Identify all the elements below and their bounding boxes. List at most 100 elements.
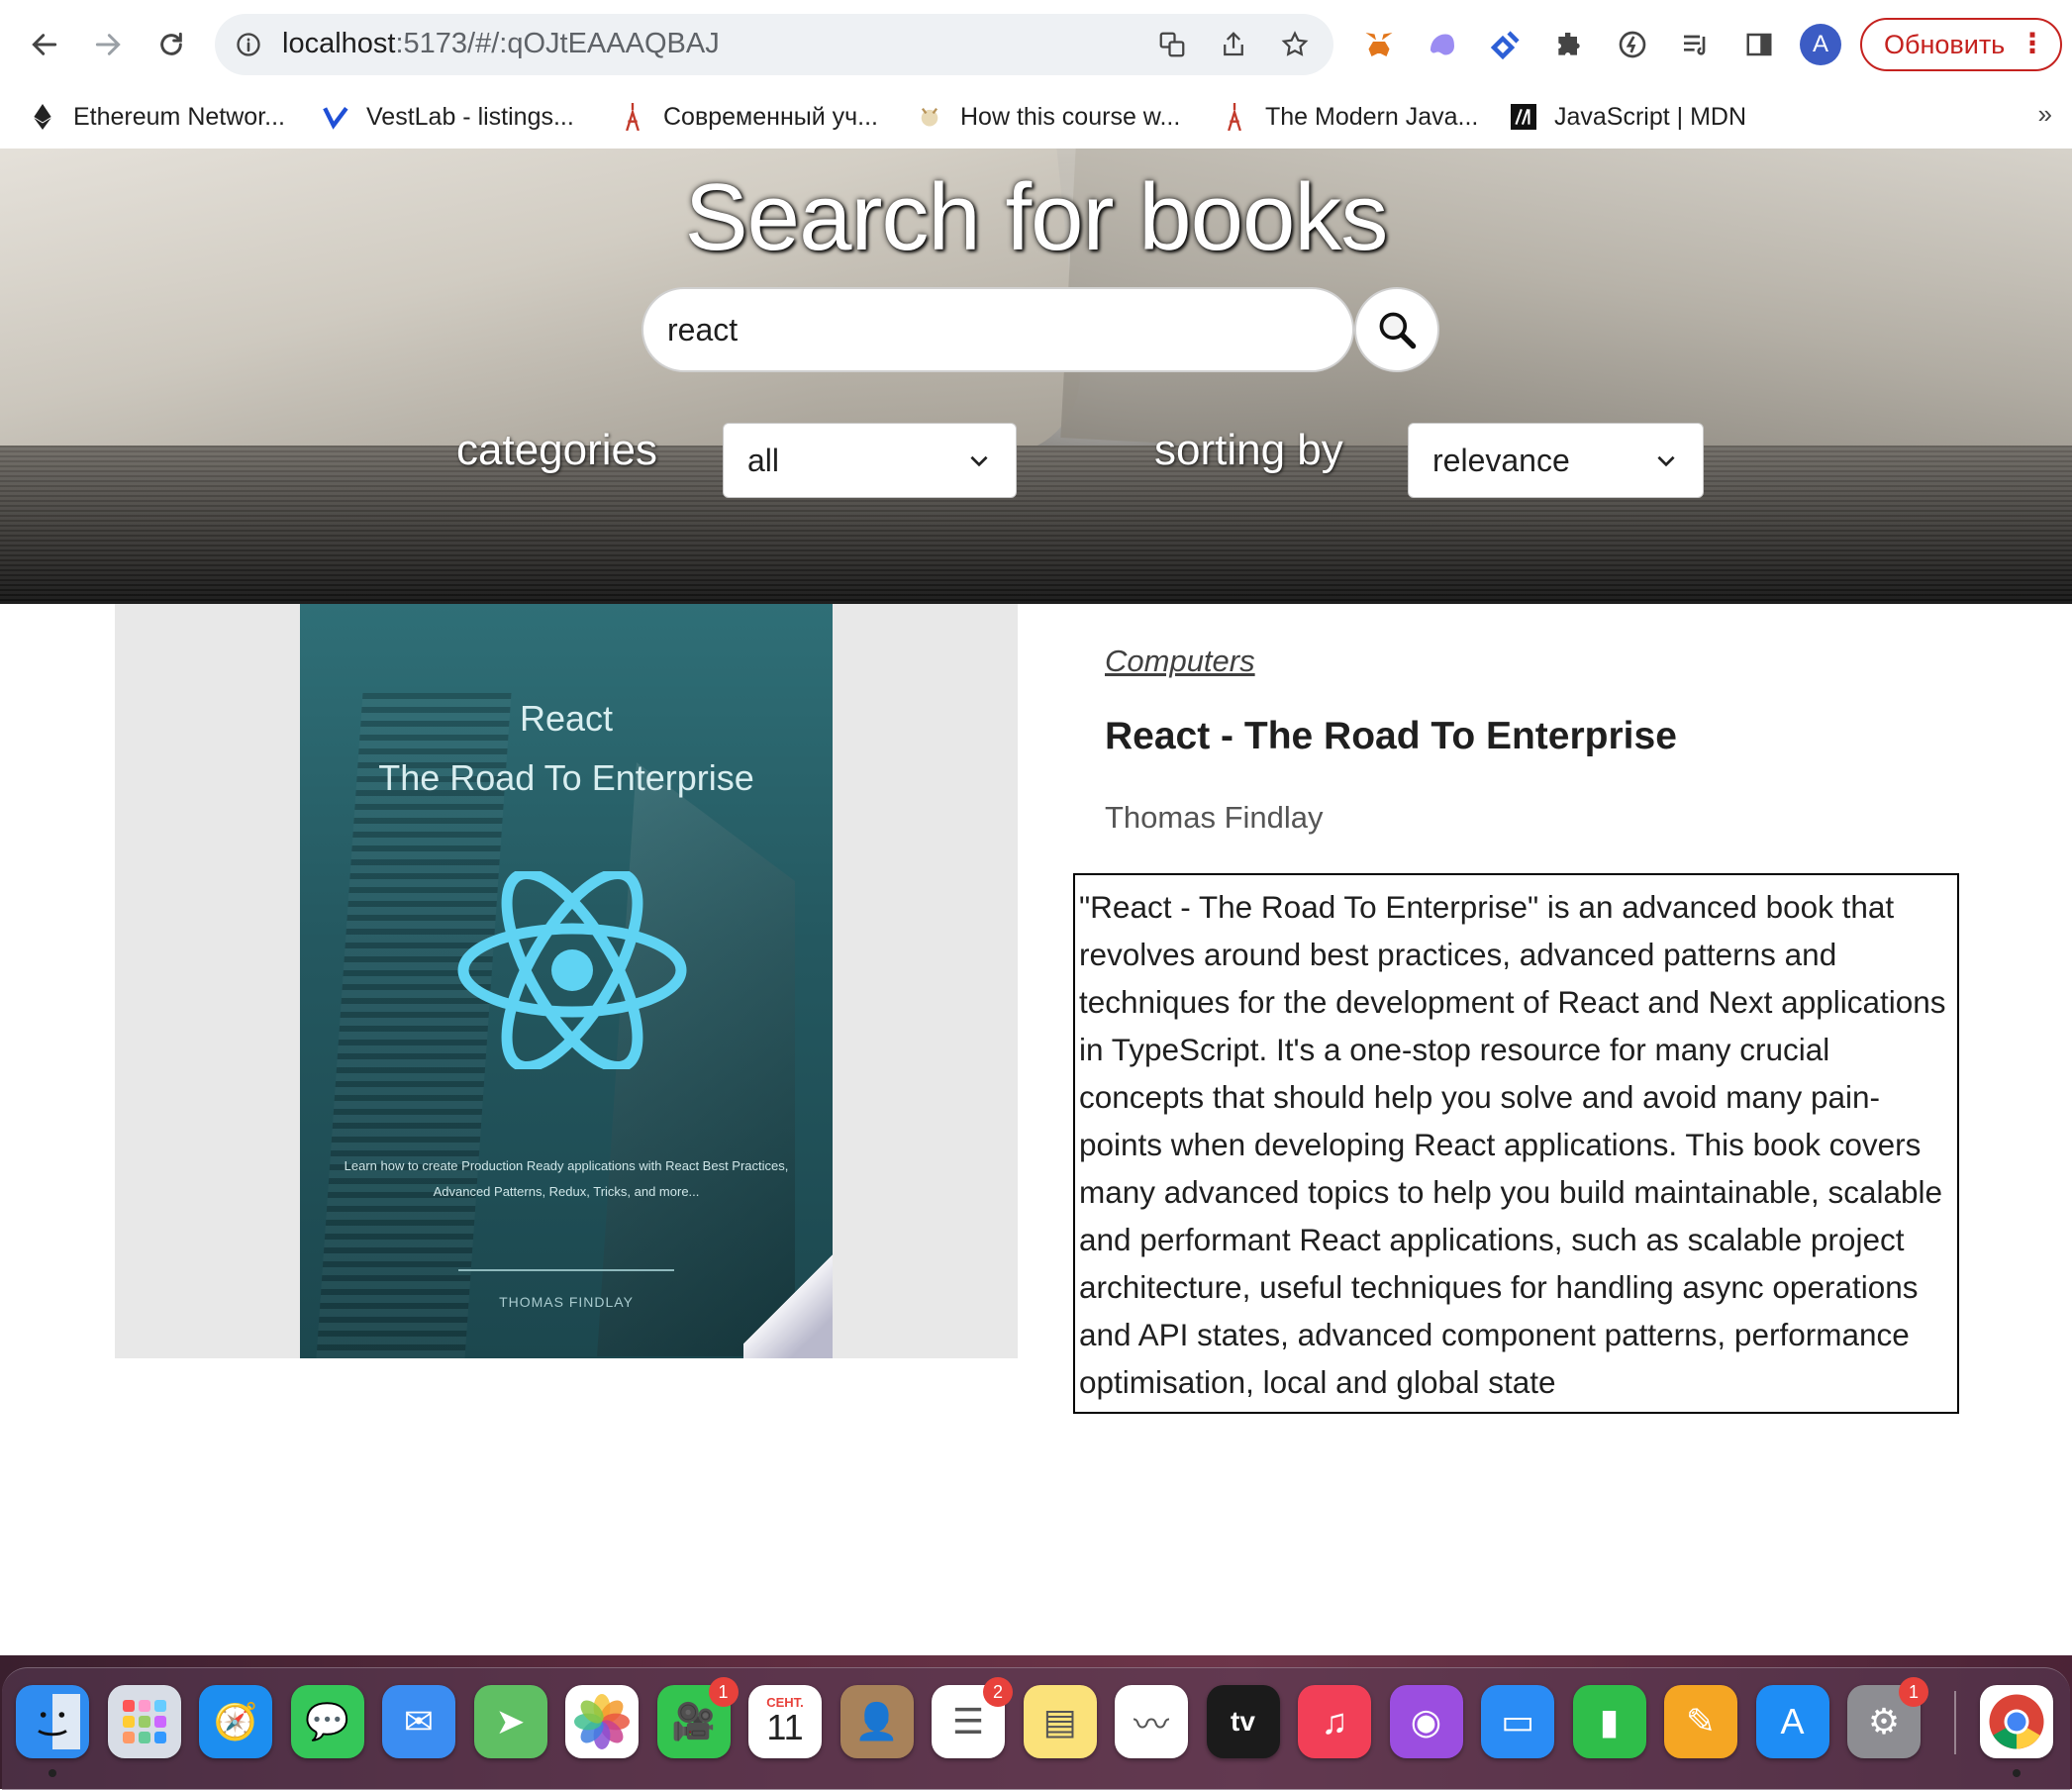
book-category-link[interactable]: Computers bbox=[1105, 644, 1255, 679]
course-icon bbox=[917, 104, 942, 130]
chevron-down-icon bbox=[1657, 455, 1675, 467]
back-arrow-icon bbox=[32, 34, 57, 55]
reminders-glyph-icon: ☰ bbox=[951, 1701, 985, 1741]
bookmark-item[interactable]: How this course w... bbox=[917, 97, 1180, 137]
sorting-select[interactable]: relevance bbox=[1408, 423, 1704, 498]
dock-photos-icon[interactable] bbox=[565, 1685, 639, 1758]
dock-podcasts-icon[interactable]: ◉ bbox=[1389, 1685, 1463, 1758]
dock-music-icon[interactable]: ♫ bbox=[1298, 1685, 1371, 1758]
vestlab-icon bbox=[323, 104, 348, 130]
bookmark-item[interactable]: VestLab - listings... bbox=[323, 97, 574, 137]
sorting-label: sorting by bbox=[1154, 426, 1343, 474]
running-indicator bbox=[49, 1769, 56, 1777]
back-button[interactable] bbox=[20, 20, 69, 69]
dock-maps-icon[interactable]: ➤ bbox=[473, 1685, 547, 1758]
notification-badge: 1 bbox=[1899, 1677, 1928, 1707]
page-title: Search for books bbox=[684, 164, 1389, 270]
more-menu-icon[interactable]: ⋮ bbox=[2019, 30, 2046, 57]
dock-freeform-icon[interactable]: 〰 bbox=[1115, 1685, 1188, 1758]
notification-badge: 1 bbox=[708, 1677, 739, 1707]
search-input[interactable] bbox=[641, 287, 1354, 372]
calendar-day: 11 bbox=[766, 1706, 804, 1747]
dock-numbers-icon[interactable]: ▮ bbox=[1572, 1685, 1646, 1758]
dock-reminders-icon[interactable]: ☰ 2 bbox=[932, 1677, 1013, 1758]
dock-facetime-icon[interactable]: 🎥 1 bbox=[656, 1677, 739, 1758]
podcasts-glyph-icon: ◉ bbox=[1410, 1701, 1442, 1741]
safari-glyph-icon: 🧭 bbox=[213, 1701, 258, 1741]
side-panel-icon[interactable] bbox=[1738, 24, 1780, 65]
system-settings-glyph-icon: ⚙ bbox=[1867, 1701, 1901, 1741]
facetime-glyph-icon: 🎥 bbox=[671, 1701, 716, 1741]
messages-glyph-icon: 💬 bbox=[305, 1701, 349, 1741]
categories-select[interactable]: all bbox=[723, 423, 1017, 498]
javascript-info-icon bbox=[620, 103, 645, 131]
app-store-glyph-icon: A bbox=[1780, 1701, 1805, 1741]
dock-messages-icon[interactable]: 💬 bbox=[290, 1685, 364, 1758]
share-icon[interactable] bbox=[1217, 28, 1250, 61]
search-button[interactable] bbox=[1354, 287, 1439, 372]
music-glyph-icon: ♫ bbox=[1321, 1701, 1348, 1741]
dock-safari-icon[interactable]: 🧭 bbox=[199, 1685, 272, 1758]
forward-arrow-icon bbox=[95, 34, 121, 55]
cover-title-line: The Road To Enterprise bbox=[378, 757, 754, 798]
bookmark-item[interactable]: JavaScript | MDN bbox=[1511, 97, 1746, 137]
extensions-puzzle-icon[interactable] bbox=[1548, 24, 1590, 65]
dock-finder-icon[interactable] bbox=[16, 1685, 89, 1758]
translate-icon[interactable] bbox=[1155, 28, 1189, 61]
dock-mail-icon[interactable]: ✉ bbox=[382, 1685, 455, 1758]
media-controls-icon[interactable] bbox=[1675, 24, 1717, 65]
url-text[interactable]: localhost:5173/#/:qOJtEAAAQBAJ bbox=[282, 28, 720, 60]
update-browser-button[interactable]: Обновить ⋮ bbox=[1860, 18, 2062, 71]
address-bar[interactable]: localhost:5173/#/:qOJtEAAAQBAJ bbox=[215, 14, 1333, 75]
bookmarks-overflow-button[interactable]: » bbox=[2038, 99, 2052, 130]
book-description: "React - The Road To Enterprise" is an a… bbox=[1073, 873, 1959, 1414]
forward-button[interactable] bbox=[83, 20, 133, 69]
notification-badge: 2 bbox=[983, 1677, 1013, 1707]
dock-app-label: tv bbox=[1231, 1706, 1255, 1737]
bookmark-star-icon[interactable] bbox=[1278, 28, 1312, 61]
performance-icon[interactable] bbox=[1612, 24, 1653, 65]
chevron-down-icon bbox=[970, 455, 988, 467]
react-logo-icon bbox=[457, 871, 687, 1069]
bookmark-item[interactable]: Ethereum Networ... bbox=[30, 97, 285, 137]
cover-tagline: Learn how to create Production Ready app… bbox=[344, 1158, 789, 1199]
mail-glyph-icon: ✉ bbox=[403, 1701, 435, 1741]
mdn-icon bbox=[1511, 104, 1536, 130]
javascript-info-icon bbox=[1222, 103, 1247, 131]
dock-app-store-icon[interactable]: A bbox=[1755, 1685, 1829, 1758]
dock-tv-icon[interactable]: tv bbox=[1206, 1685, 1280, 1758]
book-cover-image: React The Road To Enterprise Learn how t… bbox=[300, 604, 833, 1358]
contacts-glyph-icon: 👤 bbox=[854, 1701, 899, 1741]
bookmarks-bar: Ethereum Networ... VestLab - listings...… bbox=[0, 89, 2072, 149]
dock-contacts-icon[interactable]: 👤 bbox=[839, 1685, 914, 1758]
dock-notes-icon[interactable]: ▤ bbox=[1023, 1685, 1097, 1758]
search-icon bbox=[1379, 312, 1417, 349]
maps-glyph-icon: ➤ bbox=[495, 1701, 526, 1741]
dock-chrome-icon[interactable] bbox=[1980, 1685, 2053, 1758]
site-info-icon[interactable] bbox=[235, 31, 262, 58]
dock-keynote-icon[interactable]: ▭ bbox=[1481, 1685, 1554, 1758]
dock-launchpad-icon[interactable] bbox=[107, 1685, 181, 1758]
cover-divider bbox=[458, 1269, 674, 1271]
bookmark-item[interactable]: Современный уч... bbox=[620, 97, 878, 137]
pages-glyph-icon: ✎ bbox=[1685, 1701, 1717, 1741]
book-cover-container: React The Road To Enterprise Learn how t… bbox=[115, 604, 1018, 1358]
dock-separator bbox=[1954, 1691, 1956, 1754]
numbers-glyph-icon: ▮ bbox=[1599, 1701, 1620, 1741]
dock-pages-icon[interactable]: ✎ bbox=[1664, 1685, 1737, 1758]
reload-button[interactable] bbox=[147, 20, 196, 69]
running-indicator bbox=[2013, 1769, 2021, 1777]
ghost-extension-icon[interactable] bbox=[1422, 24, 1463, 65]
page-curl-decoration bbox=[743, 1240, 833, 1358]
metamask-icon[interactable] bbox=[1358, 24, 1400, 65]
bookmark-item[interactable]: The Modern Java... bbox=[1222, 97, 1478, 137]
profile-avatar[interactable]: A bbox=[1800, 24, 1841, 65]
book-title: React - The Road To Enterprise bbox=[1105, 715, 1677, 757]
satellite-extension-icon[interactable] bbox=[1485, 24, 1527, 65]
dock-calendar-icon[interactable]: СЕНТ. 11 bbox=[748, 1685, 822, 1758]
cover-title-line: React bbox=[519, 698, 614, 739]
keynote-glyph-icon: ▭ bbox=[1500, 1701, 1534, 1741]
dock-system-settings-icon[interactable]: ⚙ 1 bbox=[1847, 1677, 1928, 1758]
book-author: Thomas Findlay bbox=[1105, 800, 1324, 835]
hero-background-page-edges bbox=[0, 446, 2072, 604]
